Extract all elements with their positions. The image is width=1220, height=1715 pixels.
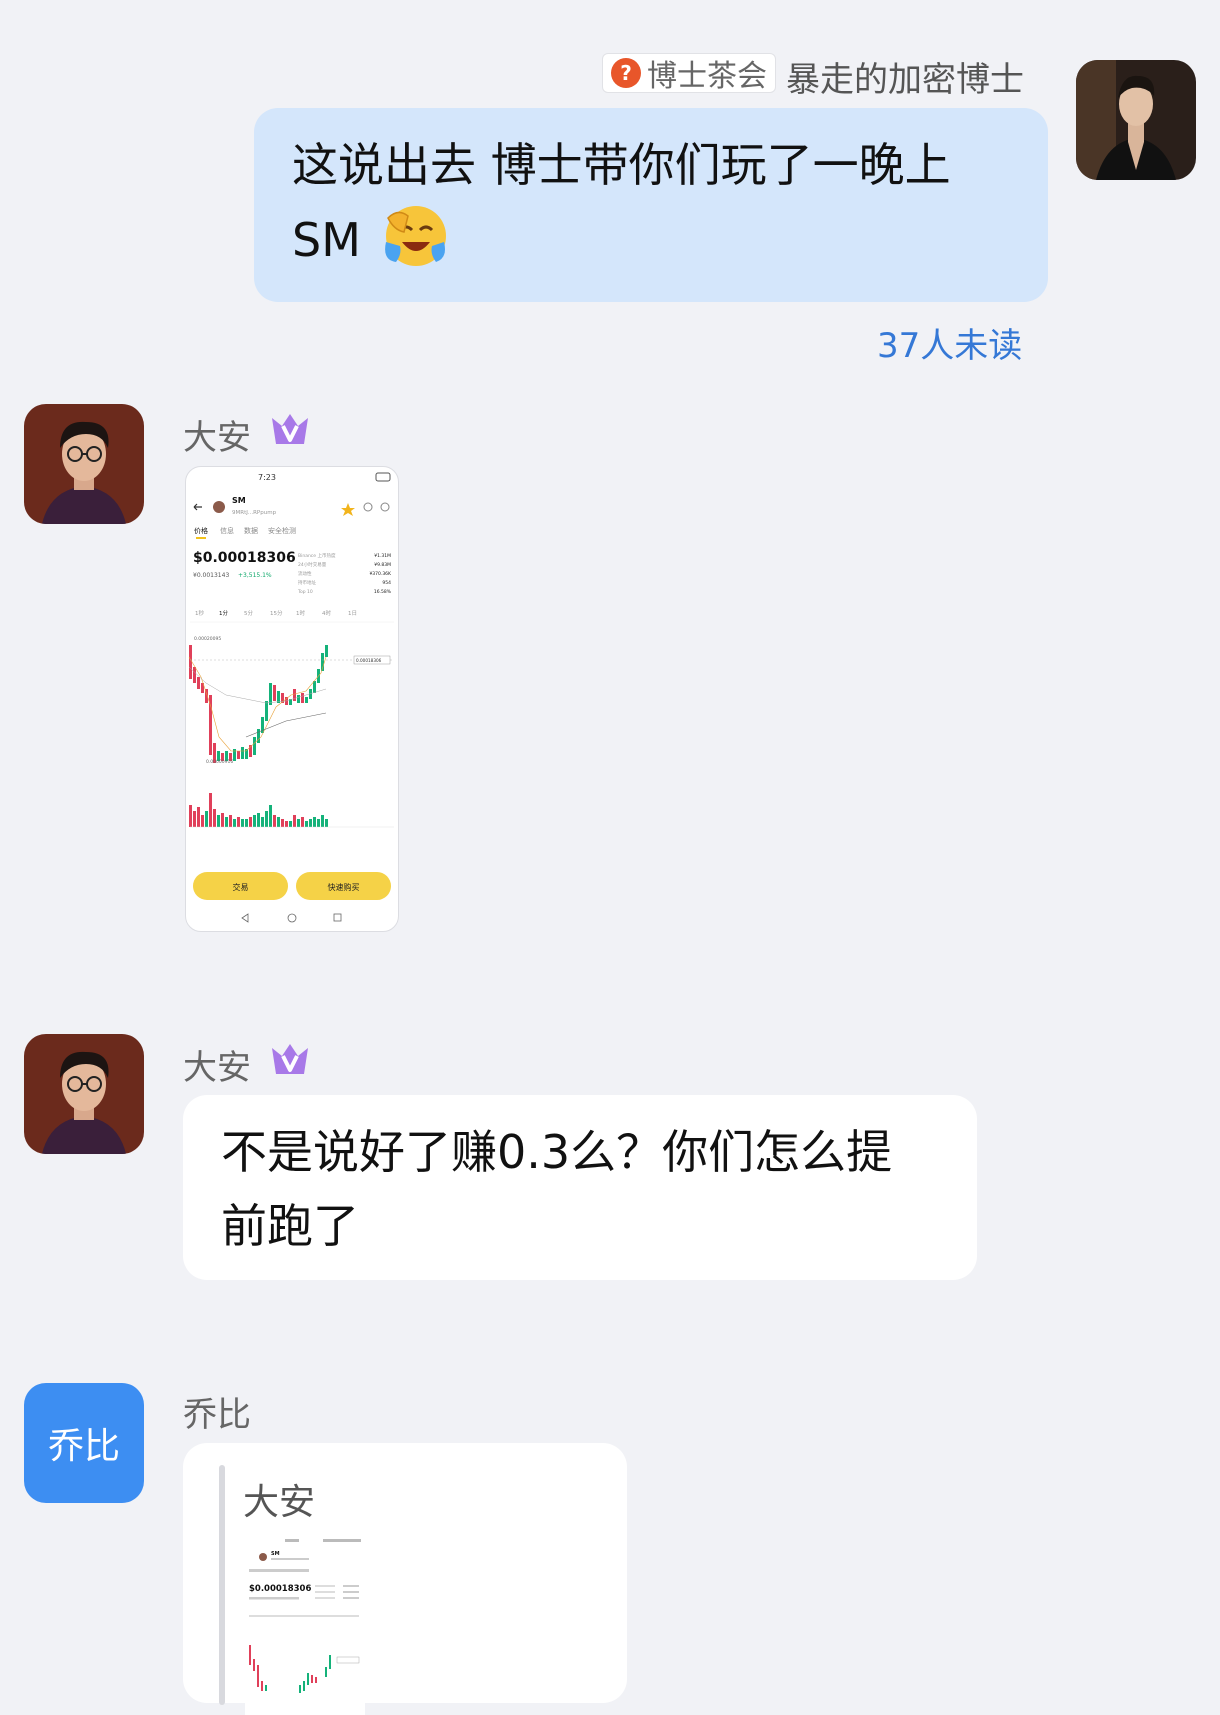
low-label: 0.00000916	[206, 759, 233, 765]
message-text-line2: 前跑了	[221, 1199, 359, 1253]
quote-bar	[219, 1465, 225, 1705]
stat-value-3: 954	[382, 580, 391, 586]
message-text-line2: SM	[292, 202, 450, 277]
high-label: 0.00020095	[194, 636, 221, 642]
interval-2: 5分	[244, 609, 253, 617]
sender-name: 大安	[183, 418, 251, 458]
question-mark-icon: ?	[611, 58, 641, 88]
avatar-daan[interactable]	[24, 1034, 144, 1154]
avatar-self[interactable]	[1076, 60, 1196, 180]
quoted-image[interactable]: SM $0.00018306	[245, 1535, 365, 1715]
chart-screenshot-image[interactable]: 7:23 SM 9MRtJ...RPpump 价格 信息 数据 安全检测 $0.…	[185, 466, 399, 932]
sender-name: 乔比	[183, 1395, 251, 1435]
quoted-sender: 大安	[243, 1482, 316, 1523]
message-text-line1: 这说出去 博士带你们玩了一晚上	[292, 138, 951, 192]
last-price-tag: 0.00018306	[356, 658, 382, 663]
interval-5: 4时	[322, 609, 331, 617]
interval-1: 1分	[219, 609, 228, 617]
stat-label-4: Top 10	[297, 589, 313, 595]
avatar-daan[interactable]	[24, 404, 144, 524]
quick-buy-button-label: 快速购买	[328, 882, 360, 892]
interval-0: 1秒	[195, 609, 204, 617]
unread-count[interactable]: 37人未读	[877, 318, 1022, 367]
price-cny: ¥0.0013143	[193, 572, 229, 579]
trade-button-label: 交易	[233, 882, 249, 892]
interval-3: 15分	[270, 609, 283, 617]
message-text-sm: SM	[292, 213, 361, 267]
outgoing-message-bubble[interactable]: 这说出去 博士带你们玩了一晚上 SM	[254, 108, 1048, 302]
stat-value-4: 16.58%	[374, 589, 392, 595]
interval-4: 1时	[296, 609, 305, 617]
token-symbol: SM	[232, 496, 246, 505]
group-tag: ? 博士茶会	[602, 53, 776, 94]
sender-name: 大安	[183, 1048, 251, 1088]
price-change: +3,515.1%	[238, 572, 272, 579]
stat-label-1: 24小时交易量	[298, 561, 327, 568]
interval-6: 1日	[348, 610, 357, 617]
stat-value-2: ¥370.36K	[369, 571, 392, 577]
quoted-price: $0.00018306	[249, 1584, 311, 1594]
volume-bars	[189, 793, 328, 827]
avatar-qiaobi[interactable]: 乔比	[24, 1383, 144, 1503]
tab-price: 价格	[194, 526, 208, 535]
sender-name: 暴走的加密博士	[786, 60, 1024, 100]
vip-crown-icon	[272, 414, 308, 444]
group-tag-label: 博士茶会	[647, 59, 767, 94]
stat-label-0: Binance 上币热度	[298, 552, 336, 559]
stat-label-3: 持币地址	[298, 579, 316, 586]
quoted-token-symbol: SM	[271, 1551, 280, 1557]
status-time: 7:23	[258, 473, 276, 482]
stat-label-2: 流动性	[298, 570, 312, 577]
vip-crown-icon	[272, 1044, 308, 1074]
tab-data: 数据	[244, 526, 258, 535]
tab-info: 信息	[220, 526, 234, 535]
quote-message-bubble[interactable]: 大安 SM $0.00018306	[183, 1443, 627, 1715]
avatar-label: 乔比	[47, 1426, 120, 1467]
message-text-line1: 不是说好了赚0.3么？你们怎么提	[221, 1125, 893, 1179]
laughing-crying-emoji-icon	[384, 206, 446, 266]
price: $0.00018306	[193, 550, 296, 566]
tab-security: 安全检测	[268, 526, 296, 535]
stat-value-0: ¥1.31M	[374, 553, 391, 559]
token-address: 9MRtJ...RPpump	[232, 510, 277, 516]
stat-value-1: ¥9.83M	[374, 562, 391, 568]
incoming-message-bubble[interactable]: 不是说好了赚0.3么？你们怎么提 前跑了	[183, 1095, 977, 1280]
